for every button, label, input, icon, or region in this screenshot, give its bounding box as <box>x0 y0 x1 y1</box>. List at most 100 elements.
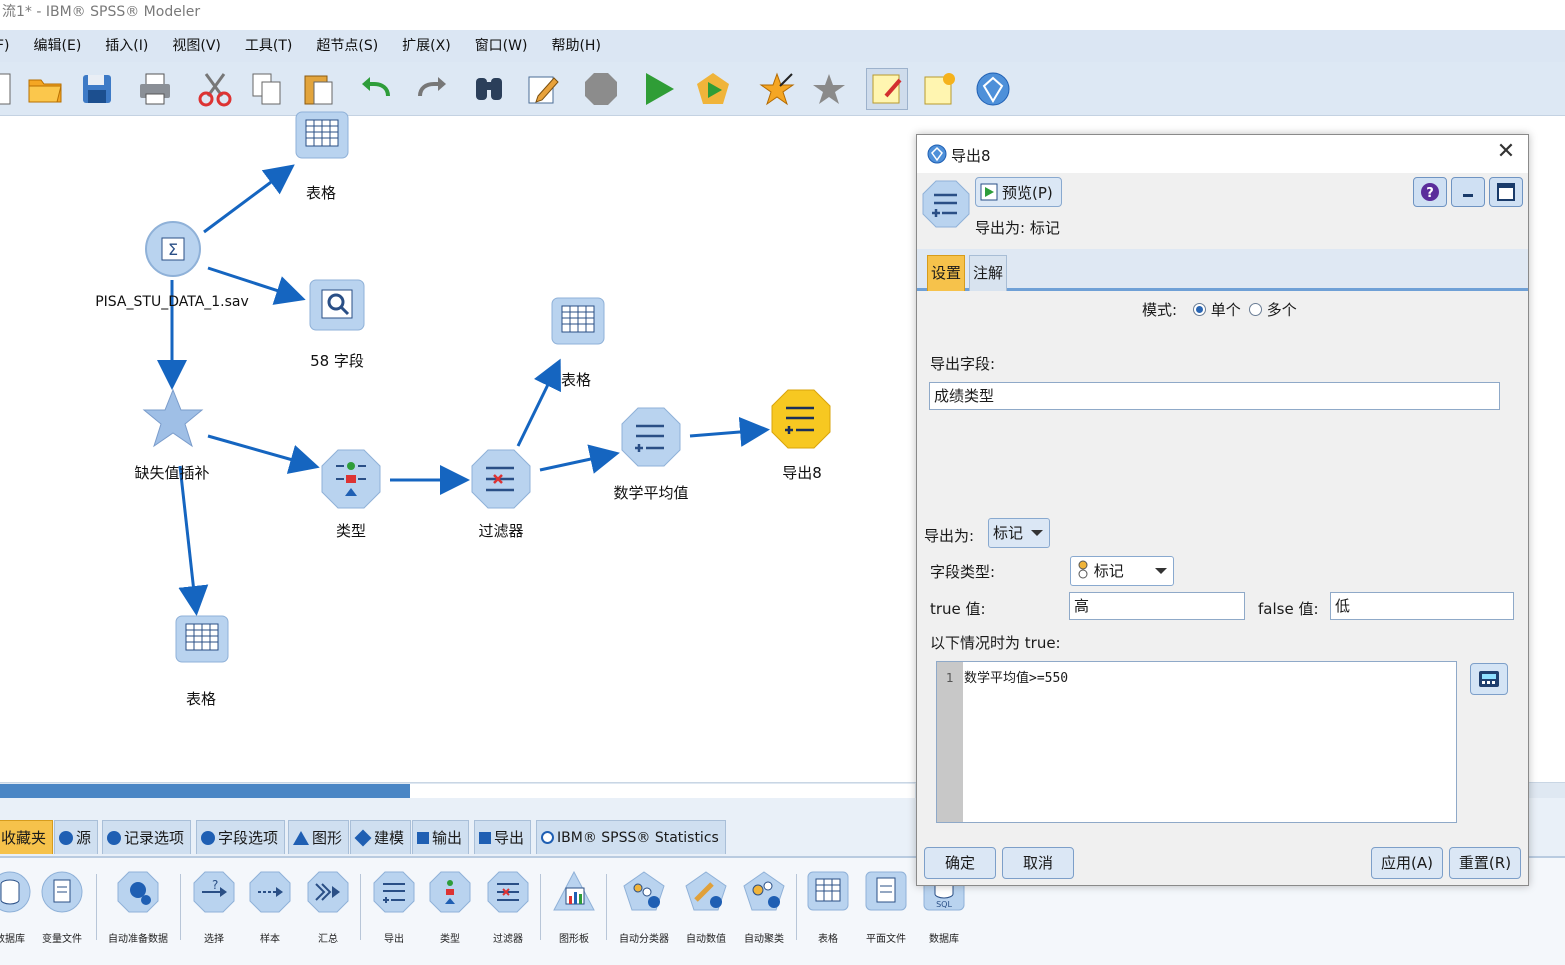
record-ops-tab-icon <box>107 830 121 845</box>
favorites-icon <box>813 74 845 104</box>
palette-type[interactable]: 类型 <box>420 870 480 945</box>
menu-window[interactable]: 窗口(W) <box>463 30 540 62</box>
tab-output[interactable]: 输出 <box>412 820 470 854</box>
statistics-tab-icon <box>541 831 554 844</box>
add-favorite-button[interactable] <box>756 68 798 110</box>
export-as-summary: 导出为: 标记 <box>975 219 1060 237</box>
paste-button[interactable] <box>298 68 340 110</box>
cut-button[interactable] <box>194 68 236 110</box>
palette-auto-cluster[interactable]: 自动聚类 <box>734 870 794 945</box>
scrollbar-thumb[interactable] <box>0 784 410 798</box>
palette-auto-data-prep[interactable]: 自动准备数据 <box>108 870 168 945</box>
mode-single-option[interactable]: 单个 <box>1193 299 1241 320</box>
tab-export[interactable]: 导出 <box>474 820 532 854</box>
open-button[interactable] <box>24 68 66 110</box>
save-button[interactable] <box>76 68 118 110</box>
print-button[interactable] <box>134 68 176 110</box>
menu-view[interactable]: 视图(V) <box>160 30 233 62</box>
redo-button[interactable] <box>410 68 452 110</box>
tab-statistics[interactable]: IBM® SPSS® Statistics <box>536 820 726 854</box>
menu-extensions[interactable]: 扩展(X) <box>390 30 463 62</box>
export8-node[interactable] <box>770 388 832 450</box>
reset-button[interactable]: 重置(R) <box>1449 847 1521 879</box>
palette-flat-file[interactable]: 平面文件 <box>856 870 916 945</box>
menu-insert[interactable]: 插入(I) <box>93 30 160 62</box>
export-field-input[interactable]: 成绩类型 <box>929 382 1500 410</box>
copy-button[interactable] <box>246 68 288 110</box>
tab-settings[interactable]: 设置 <box>927 255 966 291</box>
data-audit-node[interactable] <box>308 278 366 334</box>
statistics-file-icon: Σ <box>145 221 201 277</box>
palette-var-file[interactable]: 变量文件 <box>32 870 92 945</box>
palette-auto-classifier[interactable]: 自动分类器 <box>614 870 674 945</box>
run-selection-button[interactable] <box>692 68 734 110</box>
expression-builder-button[interactable] <box>1470 663 1508 695</box>
mode-multiple-option[interactable]: 多个 <box>1249 299 1297 320</box>
radio-single[interactable] <box>1193 303 1206 316</box>
export-as-dropdown[interactable]: 标记 <box>988 518 1050 548</box>
impute-node[interactable] <box>142 388 204 450</box>
run-button[interactable] <box>638 68 680 110</box>
favorites-button[interactable] <box>808 68 850 110</box>
false-value-label: false 值: <box>1258 600 1319 618</box>
cancel-button[interactable]: 取消 <box>1002 847 1074 879</box>
expression-editor[interactable]: 1 数学平均值>=550 <box>936 661 1457 823</box>
menu-file[interactable]: F) <box>0 30 22 62</box>
palette-auto-numeric[interactable]: 自动数值 <box>676 870 736 945</box>
palette-filter[interactable]: 过滤器 <box>478 870 538 945</box>
tab-sources[interactable]: 源 <box>54 820 99 854</box>
help-button[interactable]: ? <box>1413 177 1447 207</box>
model-button[interactable] <box>972 68 1014 110</box>
field-type-dropdown[interactable]: 标记 <box>1070 556 1174 586</box>
palette-sample[interactable]: 样本 <box>240 870 300 945</box>
false-value-input[interactable]: 低 <box>1330 592 1514 620</box>
palette-table[interactable]: 表格 <box>798 870 858 945</box>
source-node[interactable]: Σ <box>144 220 202 278</box>
field-ops-tab-icon <box>201 830 215 845</box>
menu-supernode[interactable]: 超节点(S) <box>304 30 390 62</box>
expression-text[interactable]: 数学平均值>=550 <box>964 667 1068 686</box>
edit-button[interactable] <box>522 68 564 110</box>
tab-record-ops[interactable]: 记录选项 <box>102 820 192 854</box>
derive-node[interactable] <box>620 406 682 468</box>
apply-button[interactable]: 应用(A) <box>1371 847 1443 879</box>
palette-derive[interactable]: 导出 <box>364 870 424 945</box>
menu-help[interactable]: 帮助(H) <box>539 30 612 62</box>
cut-icon <box>198 73 232 107</box>
undo-button[interactable] <box>356 68 398 110</box>
tab-modeling[interactable]: 建模 <box>350 820 412 854</box>
type-node[interactable] <box>320 448 382 510</box>
tab-annotations[interactable]: 注解 <box>969 255 1008 291</box>
annotate-button[interactable] <box>866 68 908 110</box>
tab-favorites[interactable]: 收藏夹 <box>0 820 54 854</box>
new-stream-button[interactable] <box>0 68 20 110</box>
maximize-button[interactable] <box>1489 177 1523 207</box>
close-icon[interactable]: ✕ <box>1496 141 1516 163</box>
new-annotation-button[interactable] <box>918 68 960 110</box>
palette-graphboard[interactable]: 图形板 <box>544 870 604 945</box>
tab-graphs[interactable]: 图形 <box>288 820 350 854</box>
palette-aggregate-label: 汇总 <box>318 934 338 945</box>
scrollbar-track[interactable] <box>410 784 915 798</box>
palette-select-label: 选择 <box>204 934 224 945</box>
palette-select[interactable]: ? 选择 <box>184 870 244 945</box>
table-node-top[interactable] <box>294 110 350 164</box>
table-node-bottom[interactable] <box>174 614 230 670</box>
palette-aggregate[interactable]: 汇总 <box>298 870 358 945</box>
minimize-button[interactable] <box>1451 177 1485 207</box>
run-selection-icon <box>697 73 729 104</box>
ok-button[interactable]: 确定 <box>924 847 996 879</box>
filter-node[interactable] <box>470 448 532 510</box>
preview-button[interactable]: 预览(P) <box>975 177 1062 207</box>
tab-graphs-label: 图形 <box>312 828 343 847</box>
open-folder-icon <box>28 79 62 103</box>
radio-multiple[interactable] <box>1249 303 1262 316</box>
tab-field-ops[interactable]: 字段选项 <box>196 820 286 854</box>
menu-edit[interactable]: 编辑(E) <box>22 30 94 62</box>
stop-button[interactable] <box>580 68 622 110</box>
true-value-input[interactable]: 高 <box>1069 592 1245 620</box>
menu-tools[interactable]: 工具(T) <box>233 30 304 62</box>
table-node-mid[interactable] <box>550 296 606 352</box>
table-icon <box>175 615 229 663</box>
find-button[interactable] <box>468 68 510 110</box>
